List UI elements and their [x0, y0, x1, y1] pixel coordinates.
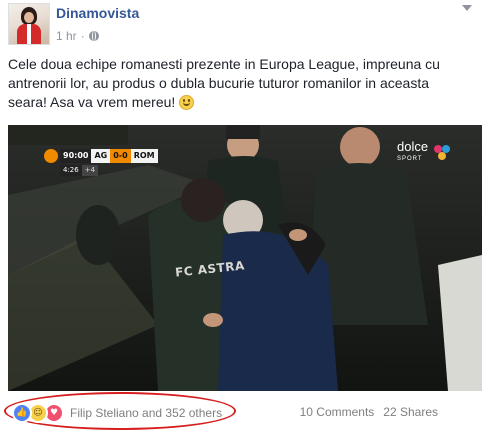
channel-name: dolce [397, 139, 429, 154]
post-text: Cele doua echipe romanesti prezente in E… [8, 55, 478, 112]
post-text-line-1: Cele doua echipe romanesti prezente in E… [8, 56, 440, 72]
reactions-summary[interactable]: 👍 ☺ ♥ Filip Steliano and 352 others [12, 403, 222, 423]
smile-emoji-icon [179, 95, 195, 110]
facebook-post: Dinamovista 1 hr · Cele doua echipe roma… [0, 0, 488, 432]
channel-dots-icon [434, 145, 450, 160]
channel-sub: SPORT [397, 156, 423, 162]
post-text-line-3: seara! Asa va vrem mereu! [8, 94, 176, 110]
author-name[interactable]: Dinamovista [56, 5, 139, 21]
like-icon: 👍 [12, 403, 32, 423]
europa-league-logo [44, 149, 58, 163]
engagement-counts: 10 Comments 22 Shares [300, 405, 438, 419]
scoreboard-away: ROM [130, 149, 158, 163]
post-text-line-2: antrenorii lor, au produs o dubla bucuri… [8, 75, 430, 91]
scoreboard-added-time: +4 [81, 165, 99, 176]
comments-count[interactable]: 10 Comments [300, 405, 375, 419]
channel-logo: dolce SPORT [397, 139, 429, 165]
scoreboard: 90:00 AG 0-0 ROM [44, 149, 158, 163]
post-meta: 1 hr · [56, 29, 99, 43]
shares-count[interactable]: 22 Shares [383, 405, 438, 419]
author-avatar[interactable] [8, 3, 50, 45]
scoreboard-clock: 4:26 [60, 165, 82, 176]
chevron-down-icon[interactable] [460, 4, 474, 14]
scoreboard-clock-row: 4:26 +4 [60, 165, 99, 176]
scoreboard-time: 90:00 [60, 149, 92, 163]
globe-icon[interactable] [88, 31, 99, 41]
scoreboard-score: 0-0 [110, 149, 131, 163]
reactions-text[interactable]: Filip Steliano and 352 others [70, 406, 222, 420]
post-time[interactable]: 1 hr [56, 29, 77, 43]
scoreboard-home: AG [91, 149, 111, 163]
separator-dot: · [80, 29, 85, 43]
